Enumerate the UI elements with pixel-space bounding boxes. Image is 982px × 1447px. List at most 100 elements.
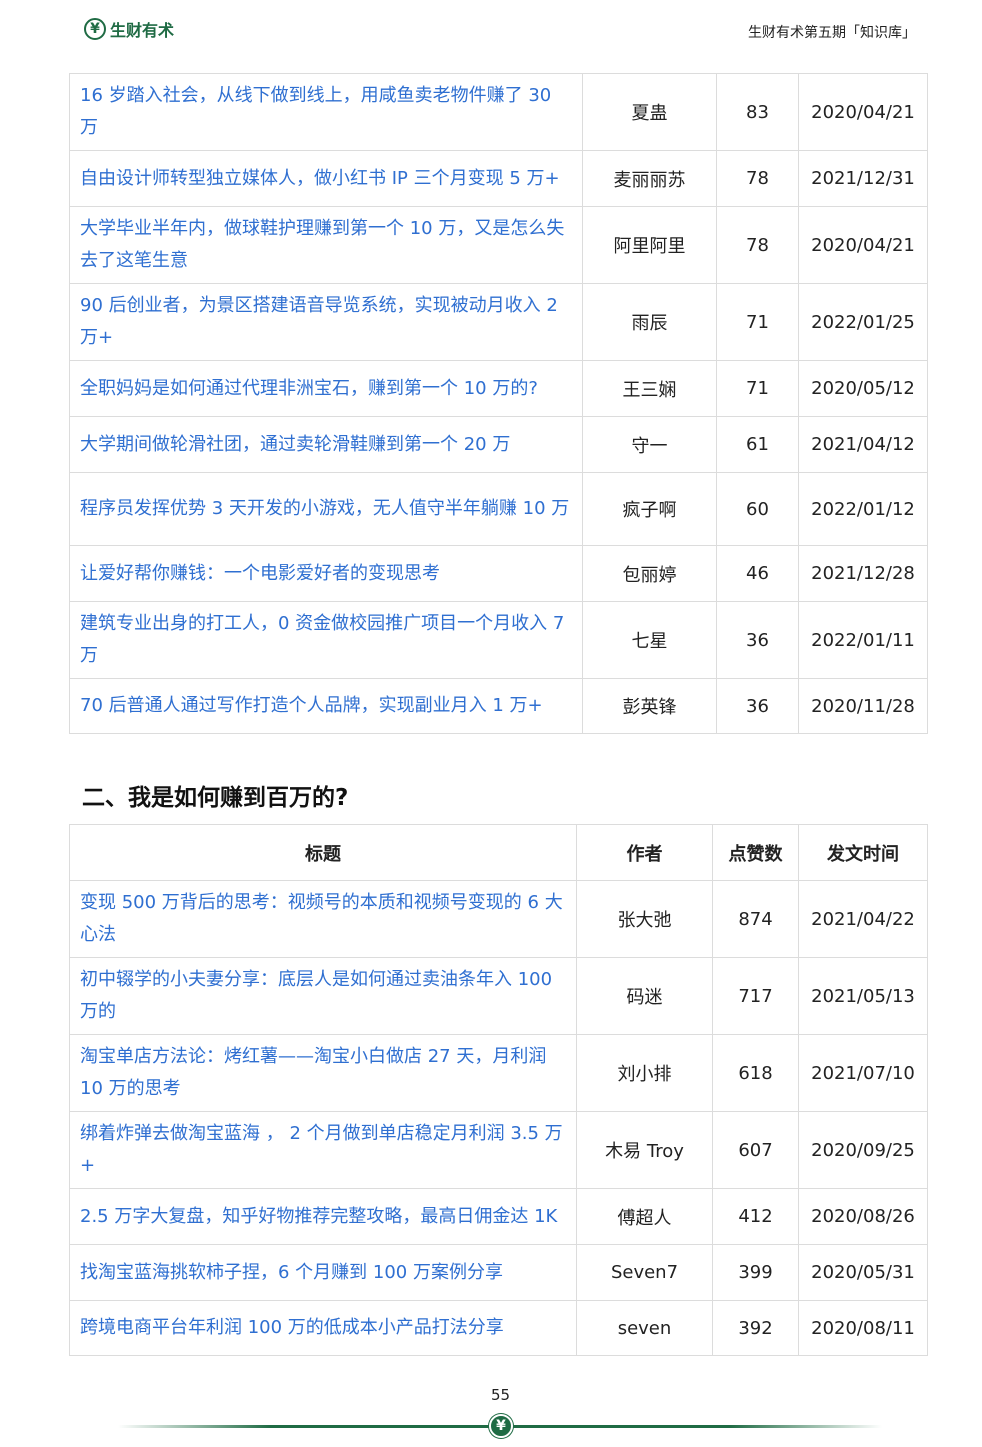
article-likes: 60 bbox=[716, 472, 799, 546]
table-row: 跨境电商平台年利润 100 万的低成本小产品打法分享 seven 392 202… bbox=[69, 1300, 928, 1356]
article-likes: 392 bbox=[712, 1300, 799, 1356]
article-title-link[interactable]: 自由设计师转型独立媒体人，做小红书 IP 三个月变现 5 万+ bbox=[69, 150, 583, 207]
table-row: 让爱好帮你赚钱：一个电影爱好者的变现思考 包丽婷 46 2021/12/28 bbox=[69, 545, 928, 602]
article-author: 七星 bbox=[582, 601, 717, 679]
article-likes: 83 bbox=[716, 73, 799, 151]
article-title-link[interactable]: 淘宝单店方法论：烤红薯——淘宝小白做店 27 天，月利润 10 万的思考 bbox=[69, 1034, 577, 1112]
article-likes: 412 bbox=[712, 1188, 799, 1245]
table-row: 淘宝单店方法论：烤红薯——淘宝小白做店 27 天，月利润 10 万的思考 刘小排… bbox=[69, 1034, 928, 1112]
article-date: 2020/04/21 bbox=[798, 73, 928, 151]
article-date: 2022/01/25 bbox=[798, 283, 928, 361]
table-row: 大学毕业半年内，做球鞋护理赚到第一个 10 万，又是怎么失去了这笔生意 阿里阿里… bbox=[69, 206, 928, 284]
article-author: 张大弛 bbox=[576, 880, 713, 958]
article-author: seven bbox=[576, 1300, 713, 1356]
article-title-link[interactable]: 16 岁踏入社会，从线下做到线上，用咸鱼卖老物件赚了 30 万 bbox=[69, 73, 583, 151]
article-date: 2020/04/21 bbox=[798, 206, 928, 284]
table-row: 变现 500 万背后的思考：视频号的本质和视频号变现的 6 大心法 张大弛 87… bbox=[69, 880, 928, 958]
article-title-link[interactable]: 绑着炸弹去做淘宝蓝海 ， 2 个月做到单店稳定月利润 3.5 万 + bbox=[69, 1111, 577, 1189]
article-title-link[interactable]: 变现 500 万背后的思考：视频号的本质和视频号变现的 6 大心法 bbox=[69, 880, 577, 958]
document-title: 生财有术第五期「知识库」 bbox=[748, 25, 916, 41]
article-author: 木易 Troy bbox=[576, 1111, 713, 1189]
article-author: 刘小排 bbox=[576, 1034, 713, 1112]
brand-logo: ¥ 生财有术 bbox=[84, 17, 174, 41]
article-likes: 78 bbox=[716, 150, 799, 207]
article-date: 2021/12/31 bbox=[798, 150, 928, 207]
yuan-coin-icon: ¥ bbox=[489, 1414, 513, 1438]
article-likes: 874 bbox=[712, 880, 799, 958]
table-row: 建筑专业出身的打工人，0 资金做校园推广项目一个月收入 7 万 七星 36 20… bbox=[69, 601, 928, 679]
article-likes: 36 bbox=[716, 601, 799, 679]
yuan-coin-icon: ¥ bbox=[84, 18, 106, 40]
article-date: 2020/08/26 bbox=[798, 1188, 928, 1245]
article-date: 2021/05/13 bbox=[798, 957, 928, 1035]
article-title-link[interactable]: 程序员发挥优势 3 天开发的小游戏，无人值守半年躺赚 10 万 bbox=[69, 472, 583, 546]
article-date: 2020/08/11 bbox=[798, 1300, 928, 1356]
article-title-link[interactable]: 全职妈妈是如何通过代理非洲宝石，赚到第一个 10 万的? bbox=[69, 360, 583, 417]
article-date: 2022/01/12 bbox=[798, 472, 928, 546]
article-date: 2020/09/25 bbox=[798, 1111, 928, 1189]
article-author: 守一 bbox=[582, 416, 717, 473]
table-header-row: 标题 作者 点赞数 发文时间 bbox=[69, 824, 928, 881]
article-date: 2021/04/12 bbox=[798, 416, 928, 473]
article-date: 2020/05/12 bbox=[798, 360, 928, 417]
column-header-author: 作者 bbox=[576, 824, 713, 881]
table-row: 大学期间做轮滑社团，通过卖轮滑鞋赚到第一个 20 万 守一 61 2021/04… bbox=[69, 416, 928, 473]
table-row: 2.5 万字大复盘，知乎好物推荐完整攻略，最高日佣金达 1K 傅超人 412 2… bbox=[69, 1188, 928, 1245]
article-date: 2021/12/28 bbox=[798, 545, 928, 602]
table-row: 初中辍学的小夫妻分享：底层人是如何通过卖油条年入 100 万的 码迷 717 2… bbox=[69, 957, 928, 1035]
article-title-link[interactable]: 让爱好帮你赚钱：一个电影爱好者的变现思考 bbox=[69, 545, 583, 602]
article-title-link[interactable]: 2.5 万字大复盘，知乎好物推荐完整攻略，最高日佣金达 1K bbox=[69, 1188, 577, 1245]
article-title-link[interactable]: 初中辍学的小夫妻分享：底层人是如何通过卖油条年入 100 万的 bbox=[69, 957, 577, 1035]
article-likes: 61 bbox=[716, 416, 799, 473]
page-number: 55 bbox=[490, 1386, 511, 1404]
section-heading: 二、我是如何赚到百万的? bbox=[82, 785, 349, 811]
article-author: 码迷 bbox=[576, 957, 713, 1035]
table-row: 70 后普通人通过写作打造个人品牌，实现副业月入 1 万+ 彭英锋 36 202… bbox=[69, 678, 928, 734]
table-row: 16 岁踏入社会，从线下做到线上，用咸鱼卖老物件赚了 30 万 夏蛊 83 20… bbox=[69, 73, 928, 151]
table-row: 找淘宝蓝海挑软柿子捏，6 个月赚到 100 万案例分享 Seven7 399 2… bbox=[69, 1244, 928, 1301]
article-table-1: 16 岁踏入社会，从线下做到线上，用咸鱼卖老物件赚了 30 万 夏蛊 83 20… bbox=[69, 73, 928, 734]
article-likes: 607 bbox=[712, 1111, 799, 1189]
article-likes: 46 bbox=[716, 545, 799, 602]
article-likes: 36 bbox=[716, 678, 799, 734]
article-title-link[interactable]: 建筑专业出身的打工人，0 资金做校园推广项目一个月收入 7 万 bbox=[69, 601, 583, 679]
article-author: Seven7 bbox=[576, 1244, 713, 1301]
article-title-link[interactable]: 90 后创业者，为景区搭建语音导览系统，实现被动月收入 2 万+ bbox=[69, 283, 583, 361]
table-row: 90 后创业者，为景区搭建语音导览系统，实现被动月收入 2 万+ 雨辰 71 2… bbox=[69, 283, 928, 361]
article-author: 彭英锋 bbox=[582, 678, 717, 734]
article-date: 2021/07/10 bbox=[798, 1034, 928, 1112]
article-author: 傅超人 bbox=[576, 1188, 713, 1245]
page-header: ¥ 生财有术 生财有术第五期「知识库」 bbox=[0, 0, 982, 62]
article-date: 2020/05/31 bbox=[798, 1244, 928, 1301]
article-author: 疯子啊 bbox=[582, 472, 717, 546]
article-title-link[interactable]: 大学期间做轮滑社团，通过卖轮滑鞋赚到第一个 20 万 bbox=[69, 416, 583, 473]
article-likes: 618 bbox=[712, 1034, 799, 1112]
table-row: 全职妈妈是如何通过代理非洲宝石，赚到第一个 10 万的? 王三娴 71 2020… bbox=[69, 360, 928, 417]
table-row: 程序员发挥优势 3 天开发的小游戏，无人值守半年躺赚 10 万 疯子啊 60 2… bbox=[69, 472, 928, 546]
column-header-title: 标题 bbox=[69, 824, 577, 881]
article-title-link[interactable]: 跨境电商平台年利润 100 万的低成本小产品打法分享 bbox=[69, 1300, 577, 1356]
article-likes: 399 bbox=[712, 1244, 799, 1301]
article-likes: 71 bbox=[716, 283, 799, 361]
article-author: 阿里阿里 bbox=[582, 206, 717, 284]
brand-name: 生财有术 bbox=[110, 21, 175, 40]
column-header-likes: 点赞数 bbox=[712, 824, 799, 881]
article-title-link[interactable]: 找淘宝蓝海挑软柿子捏，6 个月赚到 100 万案例分享 bbox=[69, 1244, 577, 1301]
article-author: 王三娴 bbox=[582, 360, 717, 417]
article-title-link[interactable]: 大学毕业半年内，做球鞋护理赚到第一个 10 万，又是怎么失去了这笔生意 bbox=[69, 206, 583, 284]
article-title-link[interactable]: 70 后普通人通过写作打造个人品牌，实现副业月入 1 万+ bbox=[69, 678, 583, 734]
column-header-date: 发文时间 bbox=[798, 824, 928, 881]
article-author: 包丽婷 bbox=[582, 545, 717, 602]
article-author: 麦丽丽苏 bbox=[582, 150, 717, 207]
article-likes: 71 bbox=[716, 360, 799, 417]
article-date: 2021/04/22 bbox=[798, 880, 928, 958]
article-author: 夏蛊 bbox=[582, 73, 717, 151]
article-date: 2020/11/28 bbox=[798, 678, 928, 734]
table-row: 自由设计师转型独立媒体人，做小红书 IP 三个月变现 5 万+ 麦丽丽苏 78 … bbox=[69, 150, 928, 207]
article-author: 雨辰 bbox=[582, 283, 717, 361]
table-row: 绑着炸弹去做淘宝蓝海 ， 2 个月做到单店稳定月利润 3.5 万 + 木易 Tr… bbox=[69, 1111, 928, 1189]
article-table-2: 标题 作者 点赞数 发文时间 变现 500 万背后的思考：视频号的本质和视频号变… bbox=[69, 824, 928, 1356]
article-likes: 78 bbox=[716, 206, 799, 284]
article-date: 2022/01/11 bbox=[798, 601, 928, 679]
article-likes: 717 bbox=[712, 957, 799, 1035]
